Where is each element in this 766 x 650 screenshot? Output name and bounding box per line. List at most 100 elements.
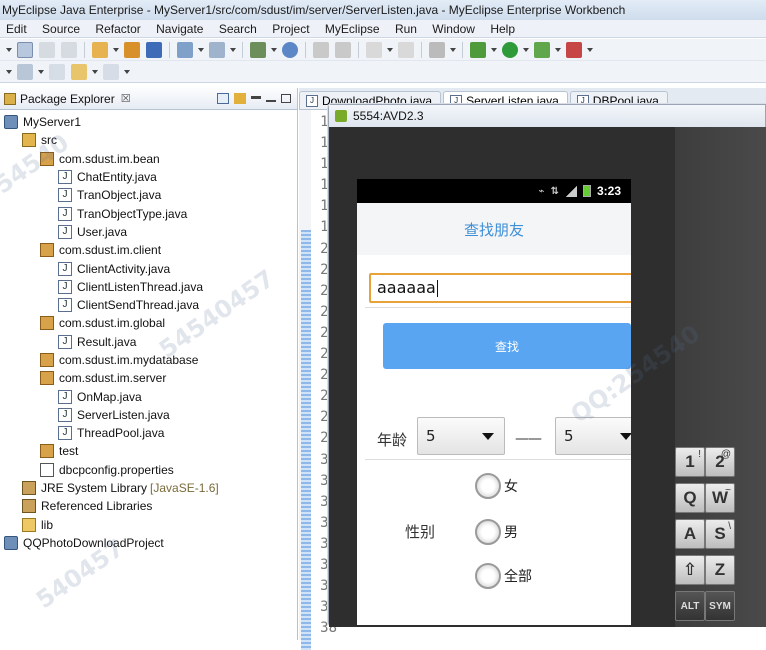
dropdown-arrow-icon[interactable] [271,47,277,52]
save-icon[interactable] [39,41,55,58]
last-edit-icon[interactable] [49,63,65,80]
keyboard-key[interactable]: ALT [675,591,705,621]
tree-item[interactable]: J TranObjectType.java [0,204,297,222]
keyboard-key[interactable]: 1! [675,447,705,477]
keyboard-key[interactable]: A [675,519,705,549]
tree-item[interactable]: J ClientActivity.java [0,259,297,277]
menu-edit[interactable]: Edit [0,20,33,37]
tree-item[interactable]: com.sdust.im.bean [0,150,297,168]
tree-item[interactable]: lib [0,516,297,534]
tree-item[interactable]: com.sdust.im.global [0,314,297,332]
package-icon [40,243,54,258]
view-menu-icon[interactable] [251,95,261,102]
collapse-all-icon[interactable] [217,93,229,104]
tree-item[interactable]: J ClientSendThread.java [0,296,297,314]
menu-help[interactable]: Help [484,20,521,37]
globe-icon[interactable] [282,41,298,58]
menu-search[interactable]: Search [213,20,263,37]
tree-item[interactable]: J ClientListenThread.java [0,278,297,296]
dropdown-arrow-icon[interactable] [450,47,456,52]
tree-item[interactable]: com.sdust.im.client [0,241,297,259]
menu-source[interactable]: Source [36,20,86,37]
next-annotation-icon[interactable] [17,63,33,80]
tree-item[interactable]: J OnMap.java [0,387,297,405]
menu-run[interactable]: Run [389,20,423,37]
deploy-icon[interactable] [250,41,266,58]
tree-item[interactable]: J Result.java [0,333,297,351]
menu-project[interactable]: Project [266,20,315,37]
dropdown-arrow-icon[interactable] [6,47,12,52]
tree-item[interactable]: dbcpconfig.properties [0,461,297,479]
keyboard-key[interactable]: S \ [705,519,735,549]
radio-female[interactable]: 女 [475,473,518,499]
tree-item[interactable]: test [0,442,297,460]
dropdown-arrow-icon[interactable] [491,47,497,52]
keyboard-key[interactable]: W ~ [705,483,735,513]
open-type-icon[interactable] [92,41,108,58]
search-input[interactable]: aaaaaa [369,273,631,303]
tree-item[interactable]: JRE System Library [JavaSE-1.6] [0,479,297,497]
android-sdk-icon[interactable] [313,41,329,58]
radio-all[interactable]: 全部 [475,563,532,589]
keyboard-key[interactable]: 2 @ [705,447,735,477]
dropdown-arrow-icon[interactable] [198,47,204,52]
wizard-icon[interactable] [177,41,193,58]
minimize-icon[interactable] [266,96,276,102]
menu-myeclipse[interactable]: MyEclipse [319,20,386,37]
maximize-icon[interactable] [281,94,291,103]
print-icon[interactable] [61,41,77,58]
new-icon[interactable] [17,41,33,58]
java-file-icon: J [58,206,72,221]
dropdown-arrow-icon[interactable] [92,69,98,74]
back-icon[interactable] [71,63,87,80]
dropdown-arrow-icon[interactable] [555,47,561,52]
dropdown-arrow-icon[interactable] [38,69,44,74]
tree-item[interactable]: J ServerListen.java [0,406,297,424]
tree-item[interactable]: com.sdust.im.server [0,369,297,387]
settings-icon[interactable] [366,41,382,58]
package-explorer-tab[interactable]: Package Explorer ☒ [0,88,297,110]
dropdown-arrow-icon[interactable] [230,47,236,52]
external-tools-icon[interactable] [534,41,550,58]
search-button[interactable]: 查找 [383,323,631,369]
keyboard-key[interactable]: Q [675,483,705,513]
keyboard-key[interactable]: ⇧ [675,555,705,585]
screen-icon[interactable] [429,41,445,58]
dropdown-arrow-icon[interactable] [6,69,12,74]
tools-icon[interactable] [398,41,414,58]
dropdown-arrow-icon[interactable] [387,47,393,52]
tree-item[interactable]: J ThreadPool.java [0,424,297,442]
link-with-editor-icon[interactable] [234,93,246,104]
dropdown-arrow-icon[interactable] [523,47,529,52]
database-icon[interactable] [146,41,162,58]
menu-navigate[interactable]: Navigate [150,20,209,37]
menu-refactor[interactable]: Refactor [89,20,146,37]
close-icon[interactable]: ☒ [121,92,131,105]
coverage-icon[interactable] [566,41,582,58]
menu-window[interactable]: Window [426,20,481,37]
keyboard-key[interactable]: Z [705,555,735,585]
dropdown-arrow-icon[interactable] [113,47,119,52]
keyboard-key[interactable]: SYM [705,591,735,621]
dropdown-arrow-icon[interactable] [124,69,130,74]
avd-manager-icon[interactable] [335,41,351,58]
age-min-spinner[interactable]: 5 [417,417,505,455]
tree-item[interactable]: J User.java [0,223,297,241]
dropdown-arrow-icon[interactable] [587,47,593,52]
tree-item[interactable]: Referenced Libraries [0,497,297,515]
debug-icon[interactable] [470,41,486,58]
tree-item[interactable]: J TranObject.java [0,186,297,204]
tree-item[interactable]: src [0,131,297,149]
tree-item[interactable]: MyServer1 [0,113,297,131]
package-icon[interactable] [124,41,140,58]
dropdown-arrow-icon [620,433,631,440]
age-max-spinner[interactable]: 5 [555,417,631,455]
tree-item[interactable]: com.sdust.im.mydatabase [0,351,297,369]
tree-item[interactable]: QQPhotoDownloadProject [0,534,297,552]
run-icon[interactable] [502,41,518,58]
radio-male[interactable]: 男 [475,519,518,545]
tree-item[interactable]: J ChatEntity.java [0,168,297,186]
radio-circle-icon [475,563,501,589]
server-icon[interactable] [209,41,225,58]
forward-icon[interactable] [103,63,119,80]
